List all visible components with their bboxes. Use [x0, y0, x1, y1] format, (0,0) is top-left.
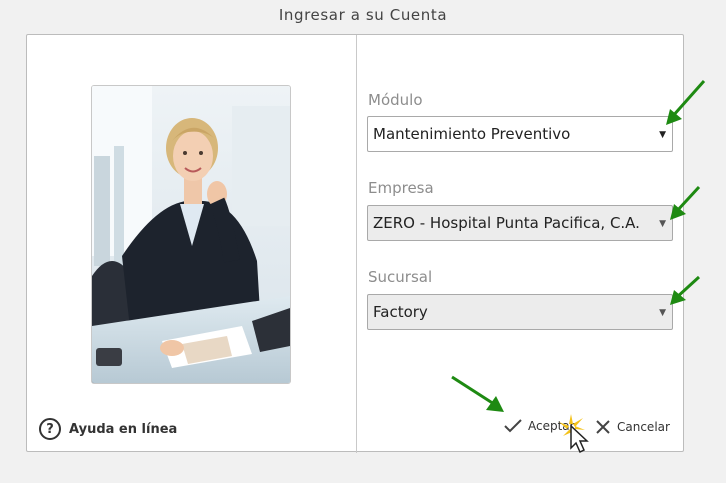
modulo-label: Módulo	[368, 91, 423, 109]
empresa-value: ZERO - Hospital Punta Pacifica, C.A.	[373, 214, 640, 232]
empresa-select[interactable]: ZERO - Hospital Punta Pacifica, C.A. ▼	[367, 205, 673, 241]
cancel-label: Cancelar	[617, 420, 670, 434]
sucursal-label: Sucursal	[368, 268, 433, 286]
annotation-arrow-icon	[451, 375, 504, 412]
help-link[interactable]: ? Ayuda en línea	[39, 418, 177, 440]
window-title: Ingresar a su Cuenta	[278, 6, 448, 24]
sucursal-value: Factory	[373, 303, 428, 321]
modulo-value: Mantenimiento Preventivo	[373, 125, 571, 143]
help-label: Ayuda en línea	[69, 421, 178, 437]
businesswoman-illustration	[92, 86, 290, 383]
panel-divider	[356, 35, 357, 453]
caret-down-icon: ▼	[659, 130, 666, 140]
user-photo	[91, 85, 291, 384]
annotation-arrow-icon	[670, 185, 701, 220]
login-panel: ? Ayuda en línea Módulo Mantenimiento Pr…	[26, 34, 684, 454]
annotation-arrow-icon	[670, 275, 701, 305]
mouse-cursor-icon	[559, 414, 589, 454]
check-icon	[504, 419, 522, 433]
cancel-button[interactable]: Cancelar	[595, 419, 670, 435]
help-circle-icon: ?	[39, 418, 61, 440]
sucursal-select[interactable]: Factory ▼	[367, 294, 673, 330]
close-icon	[596, 420, 610, 434]
annotation-arrow-icon	[666, 80, 706, 125]
empresa-label: Empresa	[368, 179, 434, 197]
modulo-select[interactable]: Mantenimiento Preventivo ▼	[367, 116, 673, 152]
